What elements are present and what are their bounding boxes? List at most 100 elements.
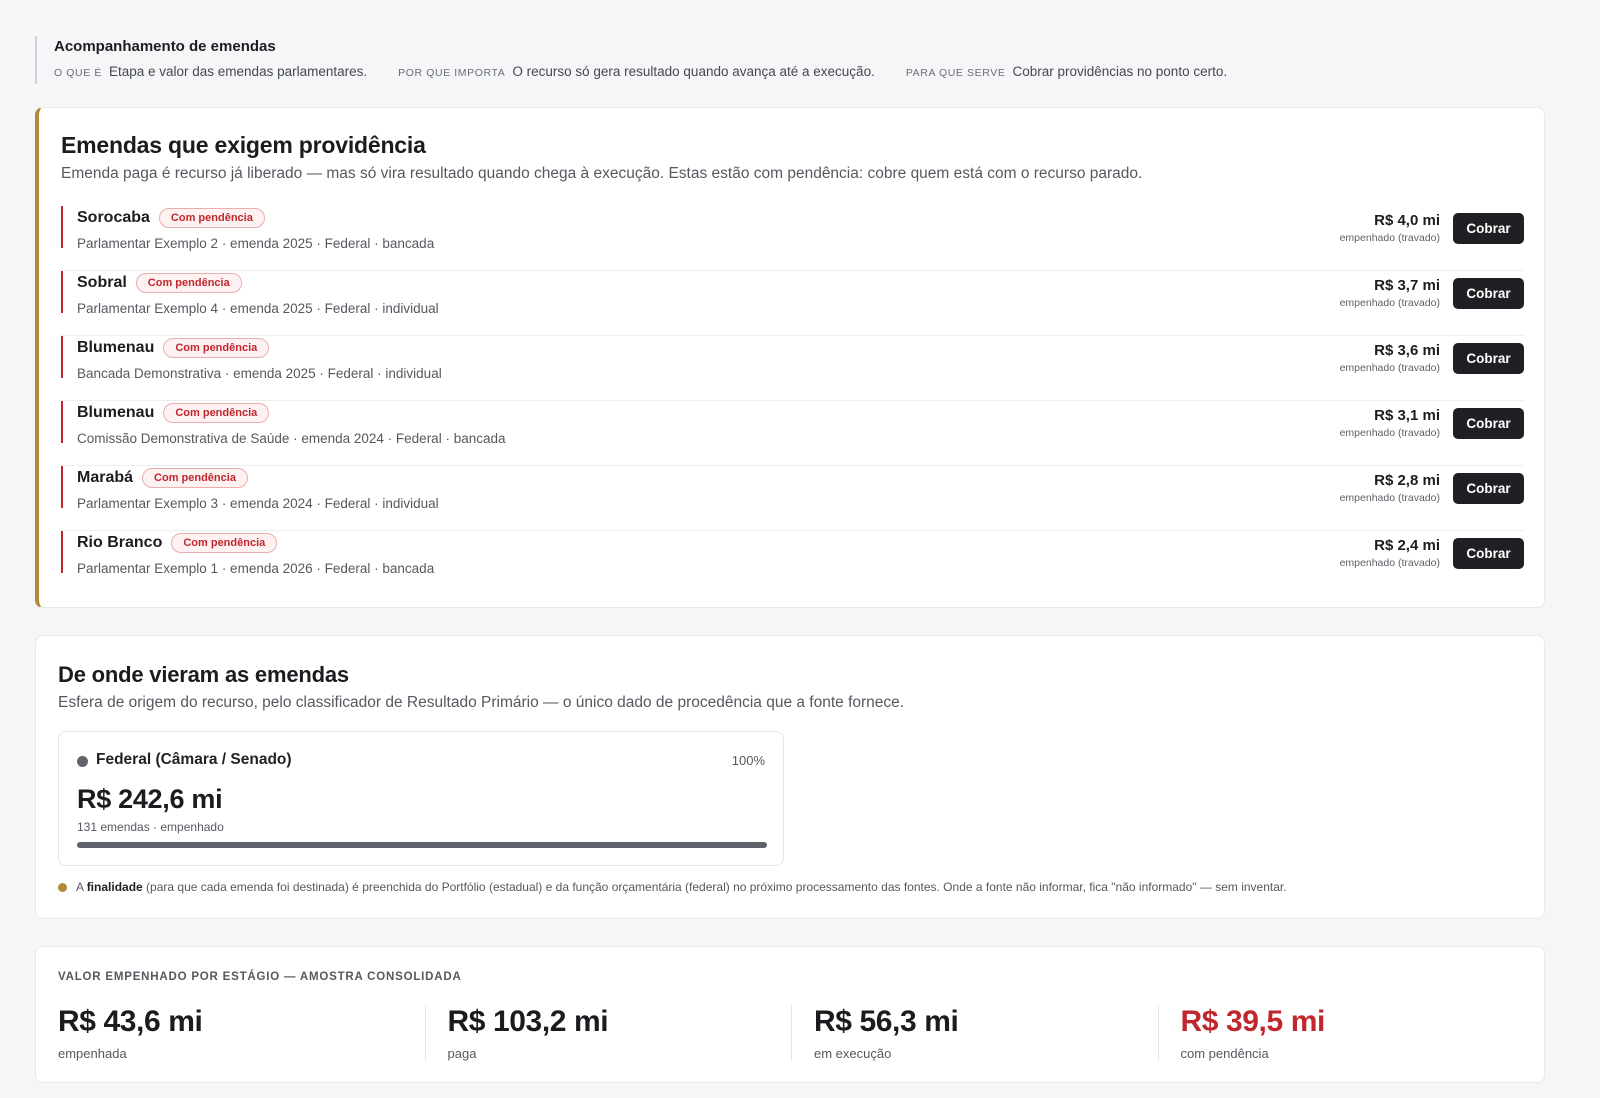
value-amount: R$ 2,4 mi (1374, 537, 1440, 554)
row-description: Comissão Demonstrativa de Saúde · emenda… (77, 431, 506, 446)
city-name: Blumenau Com pendência (77, 403, 270, 423)
estagios-caption: VALOR EMPENHADO POR ESTÁGIO — AMOSTRA CO… (58, 971, 462, 983)
page-title: Acompanhamento de emendas (54, 38, 276, 55)
list-item: Marabá Com pendência Parlamentar Exemplo… (61, 466, 1524, 531)
providencias-list: Sorocaba Com pendência Parlamentar Exemp… (61, 206, 1524, 596)
stage-label: com pendência (1180, 1046, 1269, 1061)
value-amount: R$ 4,0 mi (1374, 212, 1440, 229)
page-meta: O QUE É Etapa e valor das emendas parlam… (54, 64, 1295, 79)
meta-text: Etapa e valor das emendas parlamentares. (108, 64, 368, 79)
stage-value: R$ 39,5 mi (1180, 1005, 1326, 1038)
source-percent: 100% (731, 753, 765, 768)
note-dot-icon (58, 882, 67, 892)
city-name: Marabá Com pendência (77, 468, 248, 488)
city-name: Rio Branco Com pendência (77, 533, 278, 553)
city-label: Rio Branco (77, 534, 163, 551)
note-text: A finalidade (para que cada emenda foi d… (76, 880, 1287, 894)
cobrar-button[interactable]: Cobrar (1453, 343, 1524, 374)
value-amount: R$ 3,1 mi (1374, 407, 1440, 424)
cobrar-button[interactable]: Cobrar (1453, 473, 1524, 504)
stage-value: R$ 103,2 mi (447, 1005, 609, 1038)
page-header: Acompanhamento de emendas O QUE É Etapa … (35, 36, 1295, 84)
city-name: Blumenau Com pendência (77, 338, 270, 358)
status-badge: Com pendência (135, 273, 242, 293)
city-label: Blumenau (77, 339, 155, 356)
status-badge: Com pendência (142, 468, 248, 488)
row-description: Parlamentar Exemplo 4 · emenda 2025 · Fe… (77, 301, 439, 316)
origem-card: De onde vieram as emendas Esfera de orig… (35, 635, 1545, 919)
list-item: Sorocaba Com pendência Parlamentar Exemp… (61, 206, 1524, 271)
row-value: R$ 2,8 mi empenhado (travado) (1340, 472, 1440, 504)
stage-empenhada: R$ 43,6 mi empenhada (58, 1005, 425, 1061)
source-dot-icon (77, 756, 88, 767)
providencias-card: Emendas que exigem providência Emenda pa… (35, 107, 1545, 608)
value-caption: empenhado (travado) (1339, 492, 1440, 504)
row-value: R$ 2,4 mi empenhado (travado) (1340, 537, 1440, 569)
estagios-card: VALOR EMPENHADO POR ESTÁGIO — AMOSTRA CO… (35, 946, 1545, 1083)
origem-title: De onde vieram as emendas (58, 662, 349, 687)
city-label: Blumenau (77, 404, 155, 421)
list-item: Sobral Com pendência Parlamentar Exemplo… (61, 271, 1524, 336)
status-badge: Com pendência (171, 533, 278, 553)
row-value: R$ 3,6 mi empenhado (travado) (1340, 342, 1440, 374)
source-amount: R$ 242,6 mi (77, 784, 223, 814)
value-caption: empenhado (travado) (1339, 427, 1440, 439)
cobrar-button[interactable]: Cobrar (1453, 278, 1524, 309)
row-description: Parlamentar Exemplo 3 · emenda 2024 · Fe… (77, 496, 439, 511)
row-description: Parlamentar Exemplo 2 · emenda 2025 · Fe… (77, 236, 435, 251)
meta-purpose: PARA QUE SERVE Cobrar providências no po… (906, 64, 1227, 79)
source-progress-fill (77, 842, 767, 848)
city-name: Sobral Com pendência (77, 273, 242, 293)
value-amount: R$ 3,6 mi (1374, 342, 1440, 359)
stage-label: em execução (814, 1046, 892, 1061)
note-bold: finalidade (86, 880, 143, 894)
list-item: Blumenau Com pendência Bancada Demonstra… (61, 336, 1524, 401)
meta-text: O recurso só gera resultado quando avanç… (512, 64, 875, 79)
value-caption: empenhado (travado) (1339, 297, 1440, 309)
meta-key: PARA QUE SERVE (905, 67, 1006, 79)
list-item: Rio Branco Com pendência Parlamentar Exe… (61, 531, 1524, 596)
stage-label: empenhada (58, 1046, 127, 1061)
row-value: R$ 3,1 mi empenhado (travado) (1340, 407, 1440, 439)
cobrar-button[interactable]: Cobrar (1453, 213, 1524, 244)
source-count: 131 emendas · empenhado (77, 820, 224, 834)
source-card: Federal (Câmara / Senado) 100% R$ 242,6 … (58, 731, 784, 866)
row-description: Bancada Demonstrativa · emenda 2025 · Fe… (77, 366, 442, 381)
stage-value: R$ 56,3 mi (814, 1005, 959, 1038)
meta-text: Cobrar providências no ponto certo. (1012, 64, 1228, 79)
note-prefix: A (76, 880, 84, 894)
value-caption: empenhado (travado) (1339, 362, 1440, 374)
cobrar-button[interactable]: Cobrar (1453, 408, 1524, 439)
cobrar-button[interactable]: Cobrar (1453, 538, 1524, 569)
city-label: Sorocaba (77, 209, 150, 226)
meta-key: POR QUE IMPORTA (398, 67, 506, 79)
city-label: Sobral (77, 274, 127, 291)
origem-subtitle: Esfera de origem do recurso, pelo classi… (58, 694, 905, 711)
stage-paga: R$ 103,2 mi paga (424, 1005, 792, 1061)
note-rest: (para que cada emenda foi destinada) é p… (146, 880, 1287, 894)
value-caption: empenhado (travado) (1339, 557, 1440, 569)
row-value: R$ 3,7 mi empenhado (travado) (1340, 277, 1440, 309)
source-label: Federal (Câmara / Senado) (96, 751, 292, 768)
stage-com-pendencia: R$ 39,5 mi com pendência (1157, 1005, 1525, 1061)
finalidade-note: A finalidade (para que cada emenda foi d… (58, 880, 1287, 894)
source-progress-track (77, 842, 767, 848)
city-label: Marabá (77, 469, 134, 486)
status-badge: Com pendência (163, 403, 270, 423)
stage-em-execucao: R$ 56,3 mi em execução (791, 1005, 1158, 1061)
city-name: Sorocaba Com pendência (77, 208, 265, 228)
row-description: Parlamentar Exemplo 1 · emenda 2026 · Fe… (77, 561, 435, 576)
alert-bar (61, 531, 63, 573)
providencias-title: Emendas que exigem providência (61, 132, 426, 158)
list-item: Blumenau Com pendência Comissão Demonstr… (61, 401, 1524, 466)
alert-bar (61, 336, 63, 378)
value-amount: R$ 2,8 mi (1374, 472, 1440, 489)
status-badge: Com pendência (158, 208, 265, 228)
status-badge: Com pendência (163, 338, 270, 358)
meta-key: O QUE É (54, 67, 102, 79)
stage-value: R$ 43,6 mi (58, 1005, 203, 1038)
meta-why: POR QUE IMPORTA O recurso só gera result… (398, 64, 875, 79)
alert-bar (61, 401, 63, 443)
value-amount: R$ 3,7 mi (1374, 277, 1440, 294)
alert-bar (61, 466, 63, 508)
